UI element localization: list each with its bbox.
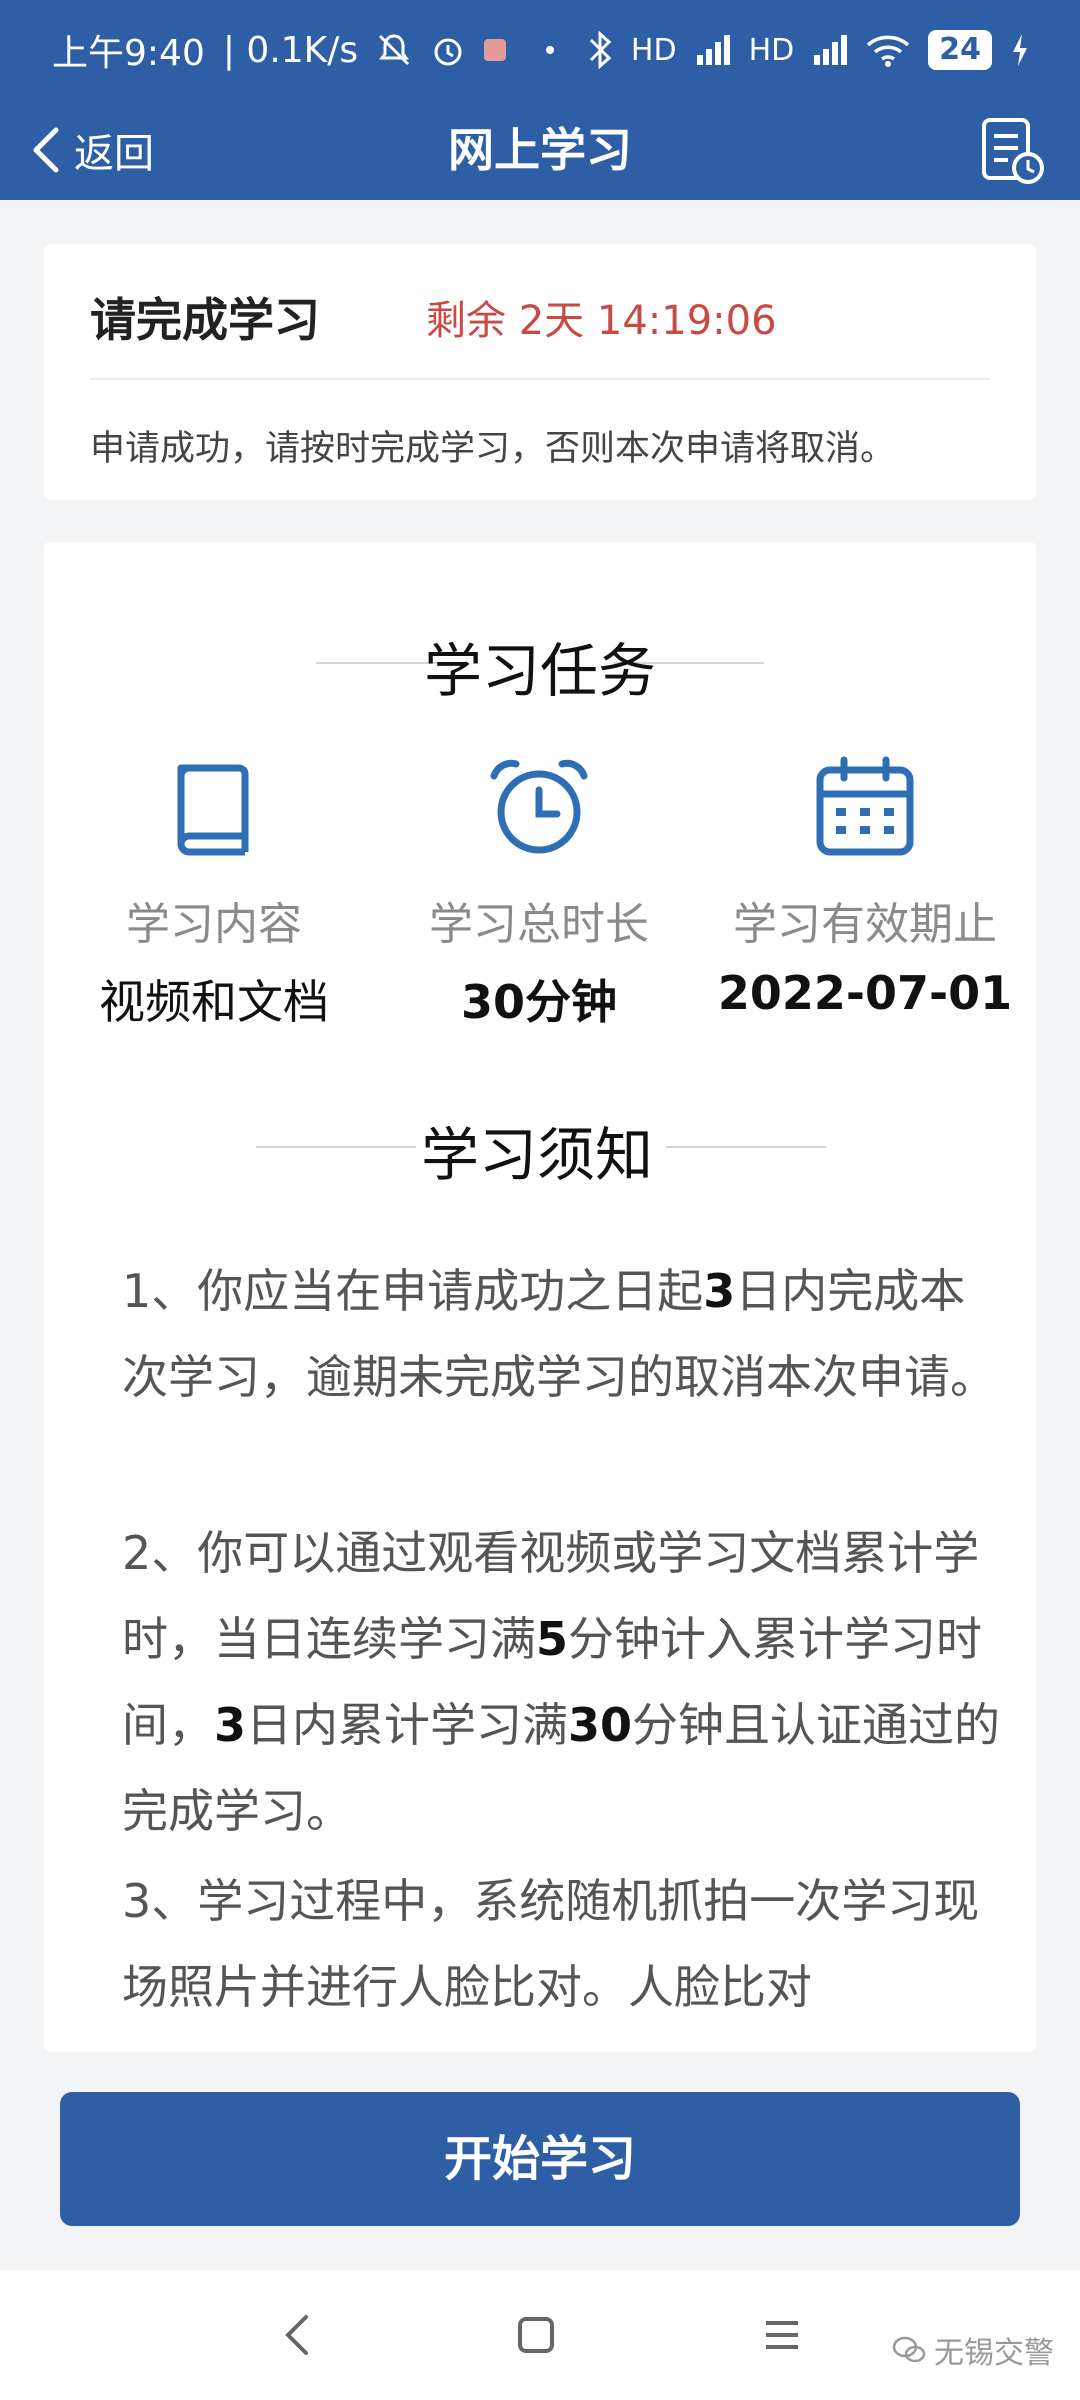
wechat-icon bbox=[892, 2336, 926, 2363]
app-header: 返回 网上学习 bbox=[0, 100, 1080, 200]
dot-icon bbox=[546, 46, 555, 54]
rule-2-total-minutes: 30 bbox=[568, 1698, 633, 1752]
rule-2-minutes: 5 bbox=[536, 1612, 569, 1666]
rule-1-days: 3 bbox=[703, 1264, 736, 1318]
rule-3-text-a: 3、学习过程中，系统随机抓拍一次学习现场照片并进行人脸比对。人脸比对 bbox=[122, 1874, 980, 2014]
alarm-clock-icon bbox=[490, 759, 588, 854]
signal-icon bbox=[696, 35, 730, 65]
signal-hd-label-2: HD bbox=[748, 32, 795, 68]
page-title: 网上学习 bbox=[448, 123, 632, 177]
signal-icon-2 bbox=[814, 35, 848, 65]
task-deadline-label: 学习有效期止 bbox=[733, 899, 997, 950]
task-duration: 学习总时长 30分钟 bbox=[374, 752, 704, 1032]
status-bar: 上午9:40 | 0.1K/s HD HD 24 bbox=[0, 0, 1080, 100]
status-time: 上午9:40 bbox=[52, 33, 205, 74]
book-icon bbox=[177, 764, 249, 856]
battery-indicator: 24 bbox=[928, 30, 992, 70]
status-speed: | 0.1K/s bbox=[222, 29, 359, 71]
rule-2-text-e: 日内累计学习满 bbox=[246, 1698, 569, 1752]
task-content: 学习内容 视频和文档 bbox=[44, 752, 384, 1032]
charging-bolt-icon bbox=[1013, 34, 1027, 66]
app-notification-icon bbox=[484, 39, 507, 61]
task-content-label: 学习内容 bbox=[126, 899, 302, 950]
notice-title: 请完成学习 bbox=[90, 293, 320, 347]
notice-message: 申请成功，请按时完成学习，否则本次申请将取消。 bbox=[90, 429, 896, 469]
notice-card: 请完成学习 剩余 2天 14:19:06 申请成功，请按时完成学习，否则本次申请… bbox=[44, 244, 1036, 500]
rule-item-1: 1、你应当在申请成功之日起3日内完成本次学习，逾期未完成学习的取消本次申请。 bbox=[122, 1248, 1002, 1420]
start-study-button[interactable]: 开始学习 bbox=[60, 2092, 1020, 2226]
task-content-value: 视频和文档 bbox=[99, 975, 329, 1029]
tasks-section-title: 学习任务 bbox=[423, 637, 656, 705]
countdown-text: 剩余 2天 14:19:06 bbox=[426, 298, 777, 344]
task-deadline: 学习有效期止 2022-07-01 bbox=[694, 752, 1036, 1020]
wifi-icon bbox=[867, 35, 910, 67]
status-right: HD HD 24 bbox=[587, 30, 1030, 70]
calendar-icon bbox=[816, 756, 914, 856]
signal-hd-label: HD bbox=[630, 32, 677, 68]
divider bbox=[90, 378, 990, 380]
rules-section-title: 学习须知 bbox=[420, 1121, 653, 1189]
watermark-text: 无锡交警 bbox=[934, 2336, 1054, 2371]
task-duration-value: 30分钟 bbox=[460, 975, 617, 1029]
alarm-icon bbox=[434, 38, 462, 66]
rule-item-3: 3、学习过程中，系统随机抓拍一次学习现场照片并进行人脸比对。人脸比对 bbox=[122, 1858, 1002, 2030]
rule-2-days: 3 bbox=[214, 1698, 247, 1752]
bluetooth-icon bbox=[589, 30, 612, 70]
study-card: 学习任务 学习内容 视频和文档 学习总时长 30分钟 学习有效期止 2022-0… bbox=[44, 542, 1036, 2052]
status-left: 上午9:40 | 0.1K/s bbox=[52, 24, 555, 76]
watermark: 无锡交警 bbox=[892, 2328, 1054, 2372]
task-duration-label: 学习总时长 bbox=[429, 899, 649, 950]
nav-back-icon[interactable] bbox=[268, 2305, 328, 2365]
mute-bell-icon bbox=[379, 34, 410, 66]
nav-home-icon[interactable] bbox=[506, 2305, 566, 2365]
document-clock-icon[interactable] bbox=[972, 110, 1052, 190]
rule-1-text-a: 1、你应当在申请成功之日起 bbox=[122, 1264, 704, 1318]
nav-menu-icon[interactable] bbox=[752, 2305, 812, 2365]
task-deadline-value: 2022-07-01 bbox=[717, 966, 1013, 1020]
rule-item-2: 2、你可以通过观看视频或学习文档累计学时，当日连续学习满5分钟计入累计学习时间，… bbox=[122, 1510, 1002, 1854]
